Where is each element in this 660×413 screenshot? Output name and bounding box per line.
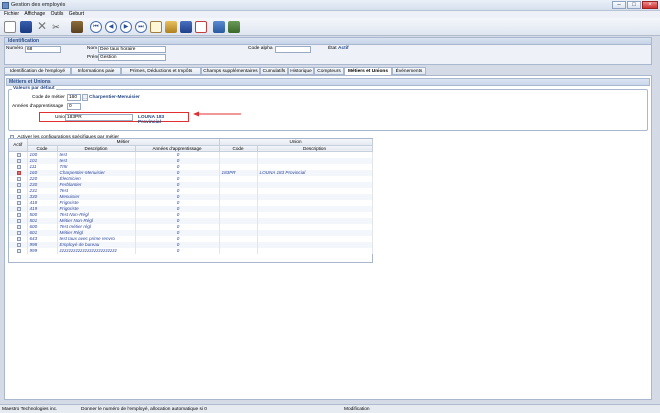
cell-udesc[interactable] (257, 247, 373, 254)
actif-checkbox[interactable] (16, 164, 21, 169)
actif-checkbox[interactable] (16, 182, 21, 187)
export-icon[interactable] (228, 21, 240, 33)
tab-primes[interactable]: Primes, Déductions et Impôts (121, 67, 201, 75)
delete-icon[interactable]: ✕ (36, 20, 48, 33)
union-desc: LOUNA 183 Provincial (138, 115, 165, 125)
code-metier-field[interactable]: 160 (67, 94, 81, 101)
identification-header: Identification (5, 38, 651, 45)
tab-historique[interactable]: Historique (288, 67, 314, 75)
actif-checkbox[interactable] (16, 218, 21, 223)
tab-evenements[interactable]: Événements (392, 67, 426, 75)
menu-fichier[interactable]: Fichier (4, 11, 19, 18)
menu-outils[interactable]: Outils (51, 11, 64, 18)
actif-checkbox[interactable] (16, 206, 21, 211)
cell-annees[interactable]: 0 (135, 247, 220, 254)
close-button[interactable]: × (642, 1, 658, 9)
etat-value: Actif (338, 46, 349, 51)
metiers-table: Actif Métier Union Code Description Anné… (9, 139, 373, 254)
defaults-box: Valeurs par défaut Code de métier 160 … … (8, 86, 648, 131)
actif-checkbox[interactable] (16, 236, 21, 241)
cell-desc[interactable]: zzzzzzzzzzzzzzzzzzzzzzzzz (57, 247, 136, 254)
tab-cumulatifs[interactable]: Cumulatifs (260, 67, 288, 75)
first-icon[interactable]: ⏮ (90, 21, 102, 33)
actif-checkbox[interactable] (16, 230, 21, 235)
actif-checkbox[interactable] (16, 224, 21, 229)
tab-champs-supplementaires[interactable]: Champs supplémentaires (201, 67, 260, 75)
prev-icon[interactable]: ◀ (105, 21, 117, 33)
report-icon[interactable] (195, 21, 207, 33)
metiers-unions-panel: Métiers et Unions Valeurs par défaut Cod… (4, 75, 652, 400)
arrow-annotation (193, 111, 241, 117)
code-metier-label: Code de métier (32, 95, 65, 100)
calculator-icon[interactable] (180, 21, 192, 33)
prenom-field[interactable]: Gestion (98, 54, 166, 61)
cell-code[interactable]: 999 (27, 247, 58, 254)
status-company: Maestro Technologies inc. (2, 407, 58, 412)
save-icon[interactable] (20, 21, 32, 33)
cell-actif[interactable] (9, 247, 28, 254)
edit-icon[interactable] (150, 21, 162, 33)
actif-checkbox[interactable] (16, 212, 21, 217)
table-row[interactable]: 999 zzzzzzzzzzzzzzzzzzzzzzzzz 0 (9, 247, 373, 254)
identification-group: Identification Numéro 68 Nom Dee taux ho… (4, 37, 652, 65)
tab-informations-paie[interactable]: Informations paie (71, 67, 121, 75)
actif-checkbox[interactable] (16, 242, 21, 247)
numero-field[interactable]: 68 (25, 46, 61, 53)
tab-compteurs[interactable]: Compteurs (314, 67, 344, 75)
app-icon (2, 2, 9, 9)
defaults-header: Valeurs par défaut (12, 86, 56, 91)
actif-checkbox[interactable] (16, 194, 21, 199)
actif-checkbox[interactable] (16, 248, 21, 253)
actif-checkbox[interactable] (16, 176, 21, 181)
etat-label: État (328, 46, 337, 51)
numero-label: Numéro (6, 46, 24, 51)
menu-bar: Fichier Affichage Outils Geburt (0, 11, 660, 18)
tools-icon[interactable] (71, 21, 83, 33)
actif-checkbox[interactable] (16, 152, 21, 157)
tab-bar: Identification de l'employé Informations… (4, 67, 652, 76)
window-title: Gestion des employés (11, 2, 66, 8)
code-metier-lookup-button[interactable]: … (82, 94, 88, 101)
tab-identification[interactable]: Identification de l'employé (4, 67, 71, 75)
actif-checkbox[interactable] (16, 170, 21, 175)
menu-geburt[interactable]: Geburt (69, 11, 84, 18)
status-bar: Maestro Technologies inc. Donner le numé… (0, 404, 660, 413)
import-icon[interactable] (213, 21, 225, 33)
union-field[interactable]: 183PR (65, 114, 133, 121)
status-mode: Modification (344, 407, 370, 412)
union-highlight-box: Union 183PR LOUNA 183 Provincial (39, 112, 189, 125)
status-hint: Donner le numéro de l'employé, allocatio… (81, 407, 207, 412)
next-icon[interactable]: ▶ (120, 21, 132, 33)
annees-field[interactable]: 0 (67, 103, 81, 110)
menu-affichage[interactable]: Affichage (24, 11, 45, 18)
grid-body: 100 test 0 101 test 0 111 TIIII 0 160 Charpentier-… (9, 151, 373, 254)
actif-checkbox[interactable] (16, 200, 21, 205)
annees-label: Années d'apprentissage (12, 104, 64, 109)
code-alpha-field[interactable] (275, 46, 311, 53)
nom-field[interactable]: Dee taux horaire (98, 46, 166, 53)
maximize-button[interactable]: □ (627, 1, 641, 9)
col-actif-header[interactable]: Actif (9, 139, 28, 152)
minimize-button[interactable]: – (612, 1, 626, 9)
title-bar: Gestion des employés – □ × (0, 0, 660, 11)
cell-ucode[interactable] (219, 247, 258, 254)
money-icon[interactable] (165, 21, 177, 33)
nom-label: Nom (87, 46, 98, 51)
code-alpha-label: Code alpha (248, 46, 273, 51)
panel-header: Métiers et Unions (6, 78, 650, 86)
new-icon[interactable] (4, 21, 16, 33)
toolbar: ✕ ✂ ⏮ ◀ ▶ ⏭ (0, 18, 660, 36)
cut-icon[interactable]: ✂ (50, 21, 62, 33)
code-metier-desc: Charpentier-Menuisier (89, 95, 140, 100)
metiers-grid: Actif Métier Union Code Description Anné… (8, 138, 373, 263)
actif-checkbox[interactable] (16, 188, 21, 193)
last-icon[interactable]: ⏭ (135, 21, 147, 33)
actif-checkbox[interactable] (16, 158, 21, 163)
